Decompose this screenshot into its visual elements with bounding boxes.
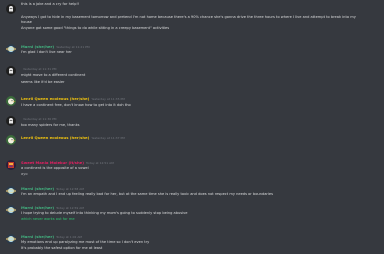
message-line: I hope trying to delude myself into thin… xyxy=(21,211,188,215)
message-line: seems like it'd be easier xyxy=(21,80,65,84)
planet-avatar-icon[interactable] xyxy=(6,234,16,244)
timestamp: Today at 12:59 AM xyxy=(56,206,84,210)
author-name[interactable]: Marni (she/her) xyxy=(21,44,54,49)
author-name[interactable]: Marni (she/her) xyxy=(21,186,54,191)
message-line: a continent is the opposite of a vowel xyxy=(21,166,89,170)
message-line: house xyxy=(21,20,32,24)
planet-avatar-icon[interactable] xyxy=(6,186,16,196)
planet-avatar-icon[interactable] xyxy=(6,205,16,215)
ghost-avatar-icon[interactable] xyxy=(6,66,16,76)
message-line: I'm an empath and I end up feeling reall… xyxy=(21,192,273,196)
bird-avatar-icon[interactable] xyxy=(6,96,16,106)
message-line: might move to a different continent xyxy=(21,73,86,77)
author-name[interactable]: Sweet Mania Molekur (it/she) xyxy=(21,160,84,165)
timestamp: Yesterday at 11:21 PM xyxy=(56,45,90,49)
message-line: too many spiders for me, thanks xyxy=(21,123,80,127)
timestamp: Today at 1:02 AM xyxy=(56,235,83,239)
message-line: Anyways I got to hide in my basement tom… xyxy=(21,15,356,19)
message-line: I'm glad I don't live near her xyxy=(21,50,72,54)
planet-avatar-icon[interactable] xyxy=(6,44,16,54)
message-line: I have a continent free, don't know how … xyxy=(21,103,131,107)
timestamp: Today at 12:58 AM xyxy=(56,187,84,191)
pixel-avatar-icon[interactable] xyxy=(6,160,16,170)
message-line: It's probably the safest option for me a… xyxy=(21,246,103,250)
message-line: which never works out for me xyxy=(21,217,75,221)
message-line: Anyone got some good "things to do while… xyxy=(21,26,170,30)
author-name[interactable]: Lenril Queen ecoleous (her/she) xyxy=(21,135,89,140)
author-name[interactable]: Lenril Queen ecoleous (her/she) xyxy=(21,96,89,101)
chat-messages: this is a joke and a cry for help!! Anyw… xyxy=(0,0,384,254)
author-name[interactable]: Marni (she/her) xyxy=(21,205,54,210)
ghost-avatar-icon[interactable] xyxy=(6,4,16,14)
message-line: My emotions end up paralyzing me most of… xyxy=(21,240,150,244)
timestamp: Yesterday at 11:37 PM xyxy=(91,136,125,140)
message-line: ayo xyxy=(21,172,28,176)
author-name[interactable]: Marni (she/her) xyxy=(21,234,54,239)
ghost-avatar-icon[interactable] xyxy=(6,116,16,126)
message-line: this is a joke and a cry for help!! xyxy=(21,2,80,6)
bird-avatar-icon[interactable] xyxy=(6,135,16,145)
timestamp: Yesterday at 11:36 PM xyxy=(23,117,57,121)
timestamp: Yesterday at 11:31 PM xyxy=(23,67,57,71)
timestamp: Yesterday at 11:35 PM xyxy=(91,97,125,101)
timestamp: Today at 12:51 AM xyxy=(85,161,114,165)
